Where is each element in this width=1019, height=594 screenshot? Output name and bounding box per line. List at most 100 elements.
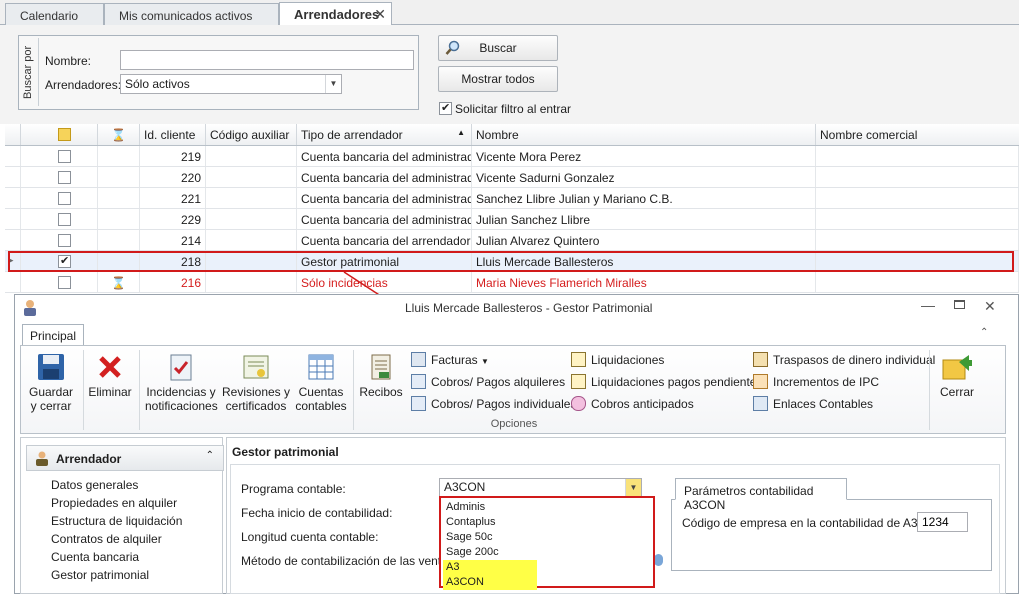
- traspasos-button[interactable]: Traspasos de dinero individual: [753, 352, 935, 372]
- row-checkbox-cell[interactable]: [21, 209, 98, 229]
- table-row[interactable]: 229 Cuenta bancaria del administrador Juli…: [5, 209, 1019, 230]
- cell-nombre-comercial: [816, 167, 1019, 187]
- button-label: Enlaces Contables: [773, 397, 874, 411]
- incidents-button[interactable]: Incidencias y notificaciones: [145, 352, 218, 413]
- accounts-button[interactable]: Cuentas contables: [293, 352, 349, 413]
- button-label: Revisiones y certificados: [221, 385, 291, 413]
- liquidaciones-pendientes-button[interactable]: Liquidaciones pagos pendientes: [571, 374, 762, 394]
- cell-nombre: Maria Nieves Flamerich Miralles: [472, 272, 816, 292]
- cobros-pagos-alquileres-button[interactable]: Cobros/ Pagos alquileres: [411, 374, 565, 394]
- tab-label: Mis comunicados activos: [119, 9, 253, 23]
- button-label: Liquidaciones pagos pendientes: [591, 375, 763, 389]
- facturas-button[interactable]: Facturas ▼: [411, 352, 489, 372]
- row-checkbox-icon[interactable]: [58, 276, 71, 289]
- close-tab-icon[interactable]: ✕: [374, 6, 386, 23]
- row-checkbox-icon[interactable]: [58, 213, 71, 226]
- button-label: Incrementos de IPC: [773, 375, 880, 389]
- invoice-icon: [411, 352, 426, 367]
- row-checkbox-cell[interactable]: [21, 167, 98, 187]
- magnifier-icon: [445, 40, 460, 55]
- tab-mis-comunicados[interactable]: Mis comunicados activos: [104, 3, 279, 25]
- enlaces-contables-button[interactable]: Enlaces Contables: [753, 396, 873, 416]
- cell-codigo-auxiliar: [206, 209, 297, 229]
- select-value: A3CON: [444, 480, 486, 494]
- arrendadores-filter-select[interactable]: Sólo activos ▼: [120, 74, 342, 94]
- money-transfer-icon: [753, 352, 768, 367]
- section-title: Gestor patrimonial: [232, 445, 339, 459]
- delete-button[interactable]: Eliminar: [87, 352, 133, 399]
- ribbon-tab-principal[interactable]: Principal: [22, 324, 84, 346]
- column-label: Tipo de arrendador: [301, 128, 403, 142]
- search-button[interactable]: Buscar: [438, 35, 558, 61]
- liquidaciones-button[interactable]: Liquidaciones: [571, 352, 664, 372]
- row-checkbox-cell[interactable]: [21, 188, 98, 208]
- table-row[interactable]: 221 Cuenta bancaria del administrador Sanc…: [5, 188, 1019, 209]
- row-checkbox-cell[interactable]: [21, 230, 98, 250]
- empresa-input[interactable]: [917, 512, 968, 532]
- row-checkbox-icon[interactable]: [58, 234, 71, 247]
- hourglass-header-icon[interactable]: ⌛: [98, 124, 140, 145]
- programa-select[interactable]: A3CON ▼: [439, 478, 642, 497]
- row-checkbox-icon[interactable]: [58, 150, 71, 163]
- nav-contratos[interactable]: Contratos de alquiler: [51, 532, 162, 546]
- column-tipo-arrendador[interactable]: Tipo de arrendador ▲: [297, 124, 472, 145]
- left-nav-header[interactable]: Arrendador ⌃: [26, 445, 224, 471]
- row-checkbox-cell[interactable]: [21, 272, 98, 292]
- nav-propiedades[interactable]: Propiedades en alquiler: [51, 496, 177, 510]
- chevron-down-icon[interactable]: ▼: [625, 479, 641, 496]
- button-label: Cobros anticipados: [591, 397, 694, 411]
- dropdown-option-selected[interactable]: A3CON: [443, 575, 537, 590]
- column-nombre-comercial[interactable]: Nombre comercial: [816, 124, 1019, 145]
- collapse-ribbon-icon[interactable]: ⌃: [980, 327, 988, 338]
- checkbox-icon[interactable]: [439, 101, 452, 115]
- close-window-icon[interactable]: ✕: [984, 298, 996, 315]
- row-checkbox-icon[interactable]: [58, 171, 71, 184]
- collapse-icon[interactable]: ⌃: [206, 450, 214, 461]
- table-row[interactable]: ⌛ 216 Sólo incidencias Maria Nieves Flameri…: [5, 272, 1019, 293]
- option-indicator-icon[interactable]: [654, 554, 663, 566]
- maximize-icon[interactable]: [954, 300, 965, 309]
- tab-calendario[interactable]: Calendario: [5, 3, 104, 25]
- close-button[interactable]: Cerrar: [935, 352, 979, 399]
- nav-estructura-liquidacion[interactable]: Estructura de liquidación: [51, 514, 182, 528]
- button-label: Eliminar: [88, 385, 132, 399]
- column-id-cliente[interactable]: Id. cliente: [140, 124, 206, 145]
- cobros-pagos-individuales-button[interactable]: Cobros/ Pagos individuales: [411, 396, 576, 416]
- dropdown-option[interactable]: Sage 200c: [443, 545, 537, 560]
- table-row[interactable]: 214 Cuenta bancaria del arrendador Julian …: [5, 230, 1019, 251]
- incrementos-ipc-button[interactable]: Incrementos de IPC: [753, 374, 879, 394]
- filter-on-enter-checkbox[interactable]: Solicitar filtro al entrar: [439, 101, 571, 118]
- cell-codigo-auxiliar: [206, 188, 297, 208]
- chevron-down-icon[interactable]: ▼: [325, 75, 341, 93]
- row-checkbox-icon[interactable]: [58, 192, 71, 205]
- tab-arrendadores[interactable]: Arrendadores ✕: [279, 2, 392, 25]
- save-close-button[interactable]: Guardar y cerrar: [25, 352, 77, 413]
- row-checkbox-cell[interactable]: [21, 146, 98, 166]
- nav-gestor-patrimonial[interactable]: Gestor patrimonial: [51, 568, 149, 582]
- show-all-button[interactable]: Mostrar todos: [438, 66, 558, 92]
- dropdown-option[interactable]: Contaplus: [443, 515, 537, 530]
- nav-cuenta-bancaria[interactable]: Cuenta bancaria: [51, 550, 139, 564]
- params-tab[interactable]: Parámetros contabilidad A3CON: [675, 478, 847, 512]
- table-row[interactable]: 220 Cuenta bancaria del administrador Vice…: [5, 167, 1019, 188]
- reviews-button[interactable]: Revisiones y certificados: [221, 352, 291, 413]
- tab-label: Arrendadores: [294, 7, 380, 22]
- column-nombre[interactable]: Nombre: [472, 124, 816, 145]
- dropdown-option[interactable]: Sage 50c: [443, 530, 537, 545]
- dropdown-option[interactable]: Adminis: [443, 500, 537, 515]
- row-indicator: [5, 230, 21, 250]
- cell-nombre-comercial: [816, 230, 1019, 250]
- minimize-icon[interactable]: —: [921, 297, 935, 313]
- tab-label: Calendario: [20, 9, 79, 23]
- cell-tipo: Cuenta bancaria del administrador: [297, 167, 472, 187]
- dropdown-option[interactable]: A3: [443, 560, 537, 575]
- name-input[interactable]: [120, 50, 414, 70]
- receipts-button[interactable]: Recibos: [357, 352, 405, 399]
- select-all-checkbox-icon[interactable]: [58, 128, 71, 141]
- button-label: Cerrar: [939, 385, 974, 399]
- table-row[interactable]: 219 Cuenta bancaria del administrador Vice…: [5, 146, 1019, 167]
- cobros-anticipados-button[interactable]: Cobros anticipados: [571, 396, 694, 416]
- column-codigo-auxiliar[interactable]: Código auxiliar: [206, 124, 297, 145]
- nav-datos-generales[interactable]: Datos generales: [51, 478, 138, 492]
- select-all-header[interactable]: [21, 124, 98, 145]
